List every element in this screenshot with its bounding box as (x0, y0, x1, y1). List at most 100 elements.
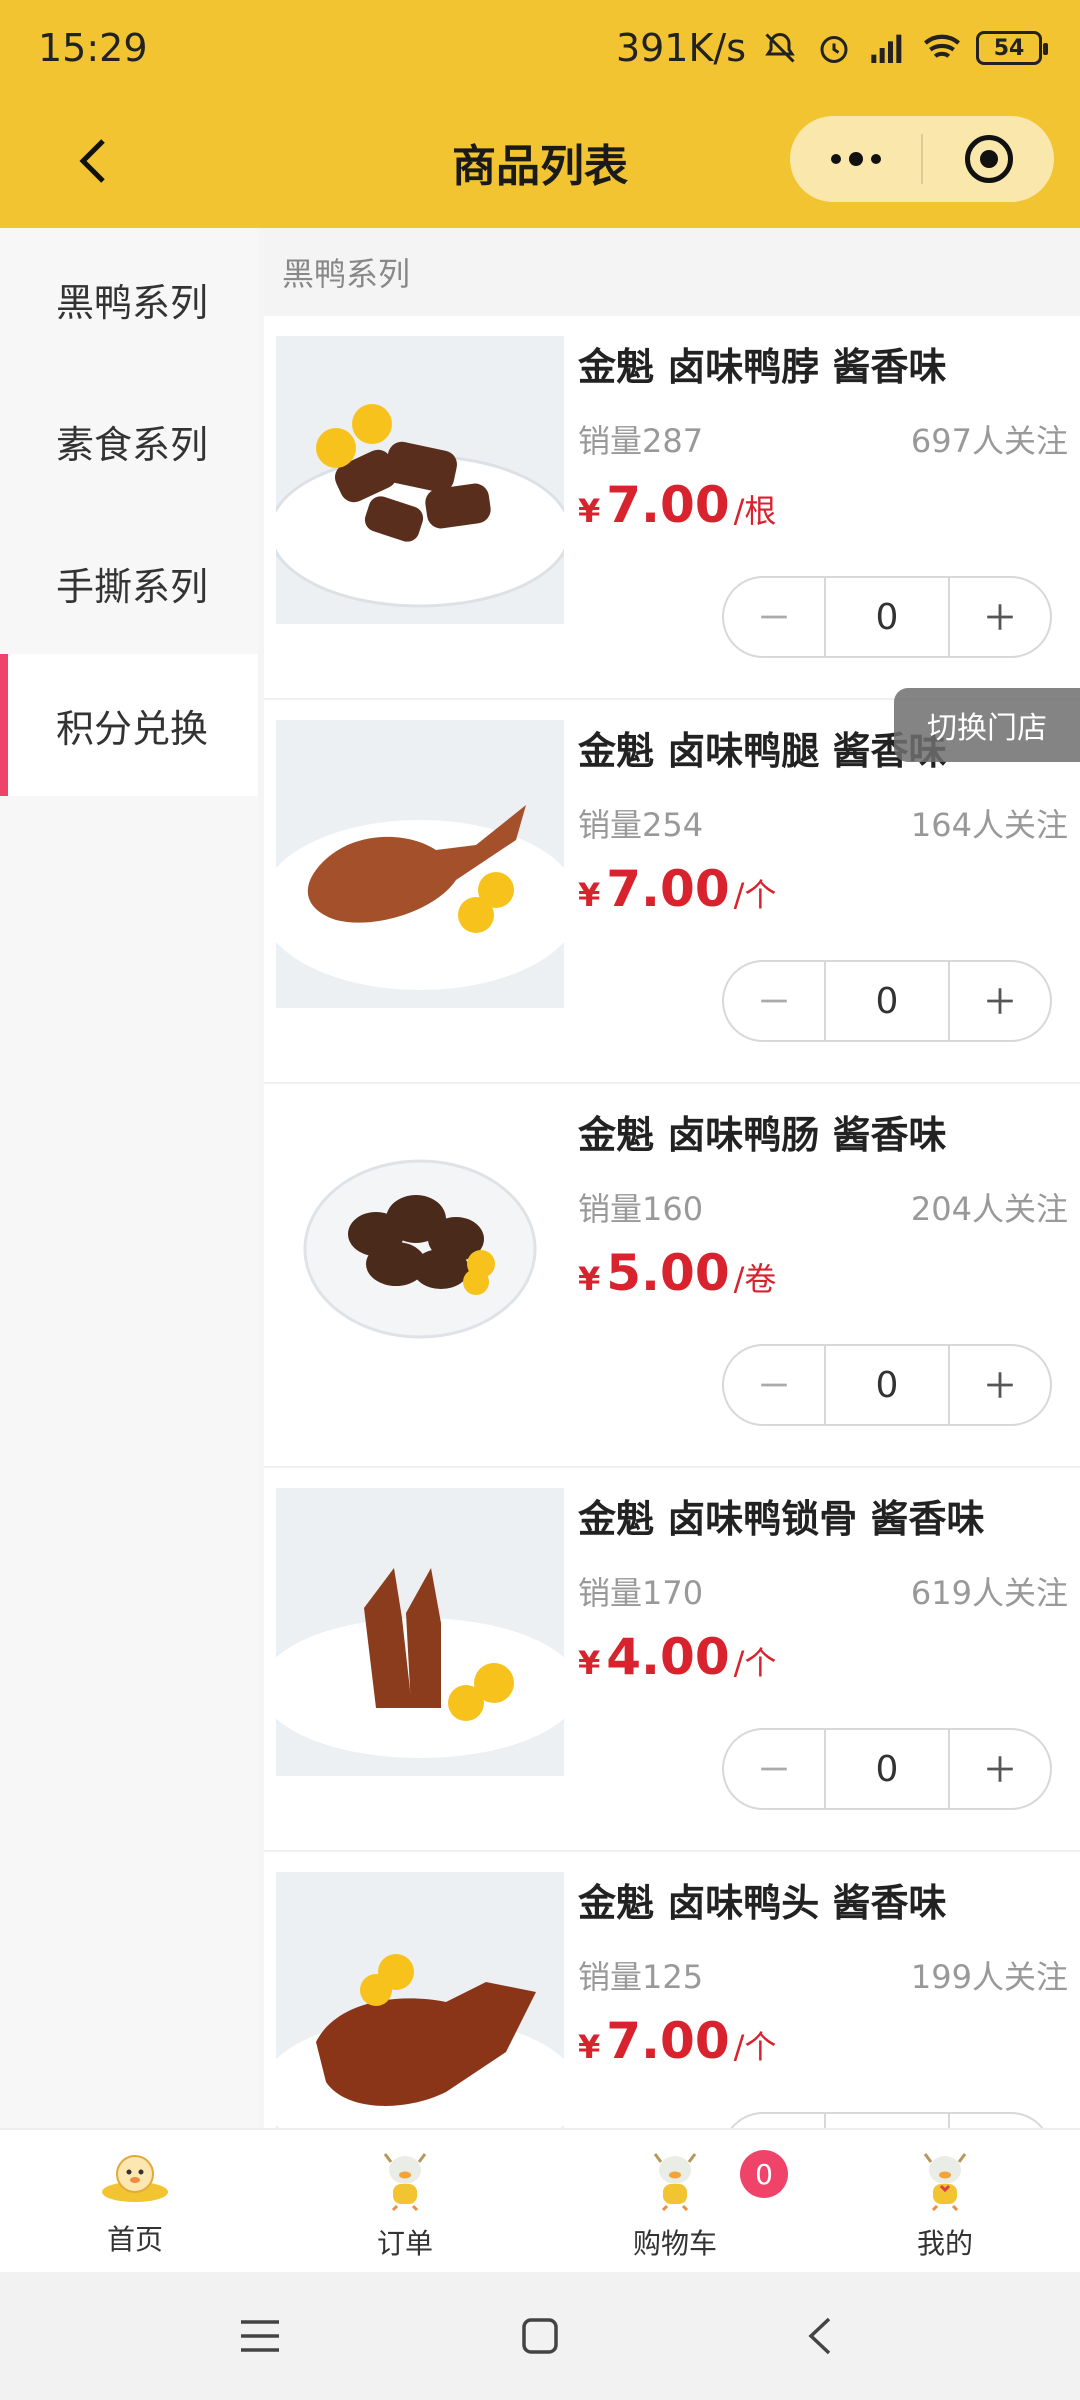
tab-label: 购物车 (632, 2227, 717, 2260)
price-unit: /个 (733, 876, 777, 914)
quantity-value[interactable]: 0 (824, 578, 950, 656)
price-value: 7.00 (606, 476, 730, 534)
product-card[interactable]: 金魁 卤味鸭脖 酱香味 销量287 697人关注 ¥ 7.00 /根 0 (264, 316, 1080, 700)
category-sidebar: 黑鸭系列 素食系列 手撕系列 积分兑换 (0, 228, 258, 2128)
sales-count: 销量287 (578, 422, 704, 460)
switch-store-button[interactable]: 切换门店 (894, 688, 1080, 762)
product-price: ¥ 7.00 /根 (578, 476, 776, 534)
product-name: 金魁 卤味鸭腿 酱香味 (578, 729, 947, 773)
back-triangle-icon[interactable] (790, 2306, 850, 2366)
product-list: 黑鸭系列 金魁 卤味鸭脖 酱香味 销量287 697人关注 ¥ 7.00 /根 … (264, 228, 1080, 2128)
increase-button[interactable] (950, 1346, 1050, 1424)
increase-button[interactable] (950, 1730, 1050, 1808)
price-value: 5.00 (606, 1244, 730, 1302)
product-image (276, 1872, 564, 2128)
follow-count: 199人关注 (910, 1958, 1068, 1996)
decrease-button[interactable] (724, 578, 824, 656)
quantity-stepper: 0 (722, 576, 1052, 658)
price-value: 4.00 (606, 1628, 730, 1686)
currency-symbol: ¥ (578, 492, 601, 530)
product-image (276, 720, 564, 1008)
product-card[interactable]: 金魁 卤味鸭肠 酱香味 销量160 204人关注 ¥ 5.00 /卷 0 (264, 1084, 1080, 1468)
price-unit: /个 (733, 2028, 777, 2066)
sales-count: 销量125 (578, 1958, 704, 1996)
sidebar-item-black-duck[interactable]: 黑鸭系列 (0, 228, 258, 370)
minus-icon (761, 615, 787, 619)
quantity-value[interactable]: 0 (824, 1346, 950, 1424)
tab-home[interactable]: 首页 (0, 2130, 270, 2272)
product-image (276, 1104, 564, 1392)
product-card[interactable]: 金魁 卤味鸭头 酱香味 销量125 199人关注 ¥ 7.00 /个 0 (264, 1852, 1080, 2128)
more-dots-icon (830, 152, 881, 166)
price-unit: /卷 (733, 1260, 777, 1298)
sidebar-item-vegetarian[interactable]: 素食系列 (0, 370, 258, 512)
home-mascot-icon (102, 2155, 168, 2202)
increase-button[interactable] (950, 2114, 1050, 2128)
tab-profile[interactable]: 我的 (810, 2130, 1080, 2272)
product-price: ¥ 4.00 /个 (578, 1628, 776, 1686)
product-image (276, 1488, 564, 1776)
decrease-button[interactable] (724, 1346, 824, 1424)
follow-count: 164人关注 (910, 806, 1068, 844)
quantity-stepper: 0 (722, 1344, 1052, 1426)
decrease-button[interactable] (724, 2114, 824, 2128)
cart-count-badge: 0 (740, 2150, 788, 2198)
increase-button[interactable] (950, 962, 1050, 1040)
minus-icon (761, 999, 787, 1003)
sidebar-item-label: 素食系列 (56, 422, 209, 467)
product-price: ¥ 7.00 /个 (578, 2012, 776, 2070)
product-price: ¥ 5.00 /卷 (578, 1244, 776, 1302)
battery-icon: 54 (976, 31, 1048, 65)
quantity-stepper: 0 (722, 1728, 1052, 1810)
profile-mascot-icon (923, 2153, 967, 2212)
section-title: 黑鸭系列 (264, 228, 1080, 316)
sidebar-item-points-exchange[interactable]: 积分兑换 (0, 654, 258, 796)
network-speed: 391K/s (615, 26, 746, 70)
product-card[interactable]: 金魁 卤味鸭锁骨 酱香味 销量170 619人关注 ¥ 4.00 /个 0 (264, 1468, 1080, 1852)
quantity-value[interactable]: 0 (824, 2114, 950, 2128)
sidebar-item-label: 手撕系列 (56, 564, 209, 609)
product-name: 金魁 卤味鸭锁骨 酱香味 (578, 1497, 985, 1541)
tab-orders[interactable]: 订单 (270, 2130, 540, 2272)
currency-symbol: ¥ (578, 2028, 601, 2066)
mute-icon (760, 28, 800, 68)
mini-program-capsule (790, 116, 1054, 202)
sidebar-item-label: 积分兑换 (56, 706, 209, 751)
top-bar: 15:29 391K/s 54 商品列表 (0, 0, 1080, 228)
follow-count: 697人关注 (910, 422, 1068, 460)
increase-button[interactable] (950, 578, 1050, 656)
plus-icon (987, 988, 1013, 1014)
sales-count: 销量170 (578, 1574, 704, 1612)
order-mascot-icon (383, 2153, 427, 2212)
tab-cart[interactable]: 购物车 0 (540, 2130, 810, 2272)
product-image (276, 336, 564, 624)
system-nav-bar (0, 2272, 1080, 2400)
close-mini-program-button[interactable] (923, 116, 1054, 202)
quantity-value[interactable]: 0 (824, 1730, 950, 1808)
minus-icon (761, 1767, 787, 1771)
tab-label: 我的 (916, 2227, 973, 2260)
sales-count: 销量160 (578, 1190, 704, 1228)
signal-icon (868, 28, 908, 68)
cart-mascot-icon (653, 2153, 697, 2212)
tab-label: 订单 (376, 2227, 433, 2260)
product-name: 金魁 卤味鸭肠 酱香味 (578, 1113, 947, 1157)
plus-icon (987, 1756, 1013, 1782)
price-value: 7.00 (606, 2012, 730, 2070)
decrease-button[interactable] (724, 1730, 824, 1808)
nav-row: 商品列表 (0, 96, 1080, 228)
decrease-button[interactable] (724, 962, 824, 1040)
product-name: 金魁 卤味鸭脖 酱香味 (578, 345, 947, 389)
currency-symbol: ¥ (578, 876, 601, 914)
quantity-value[interactable]: 0 (824, 962, 950, 1040)
menu-icon[interactable] (230, 2306, 290, 2366)
wifi-icon (922, 28, 962, 68)
app-root: 15:29 391K/s 54 商品列表 黑鸭系列 素食系列 手撕系列 积分兑换… (0, 0, 1080, 2400)
sidebar-item-hand-torn[interactable]: 手撕系列 (0, 512, 258, 654)
target-icon (964, 135, 1013, 183)
currency-symbol: ¥ (578, 1260, 601, 1298)
plus-icon (987, 1372, 1013, 1398)
more-button[interactable] (790, 116, 921, 202)
home-square-icon[interactable] (510, 2306, 570, 2366)
follow-count: 619人关注 (910, 1574, 1068, 1612)
